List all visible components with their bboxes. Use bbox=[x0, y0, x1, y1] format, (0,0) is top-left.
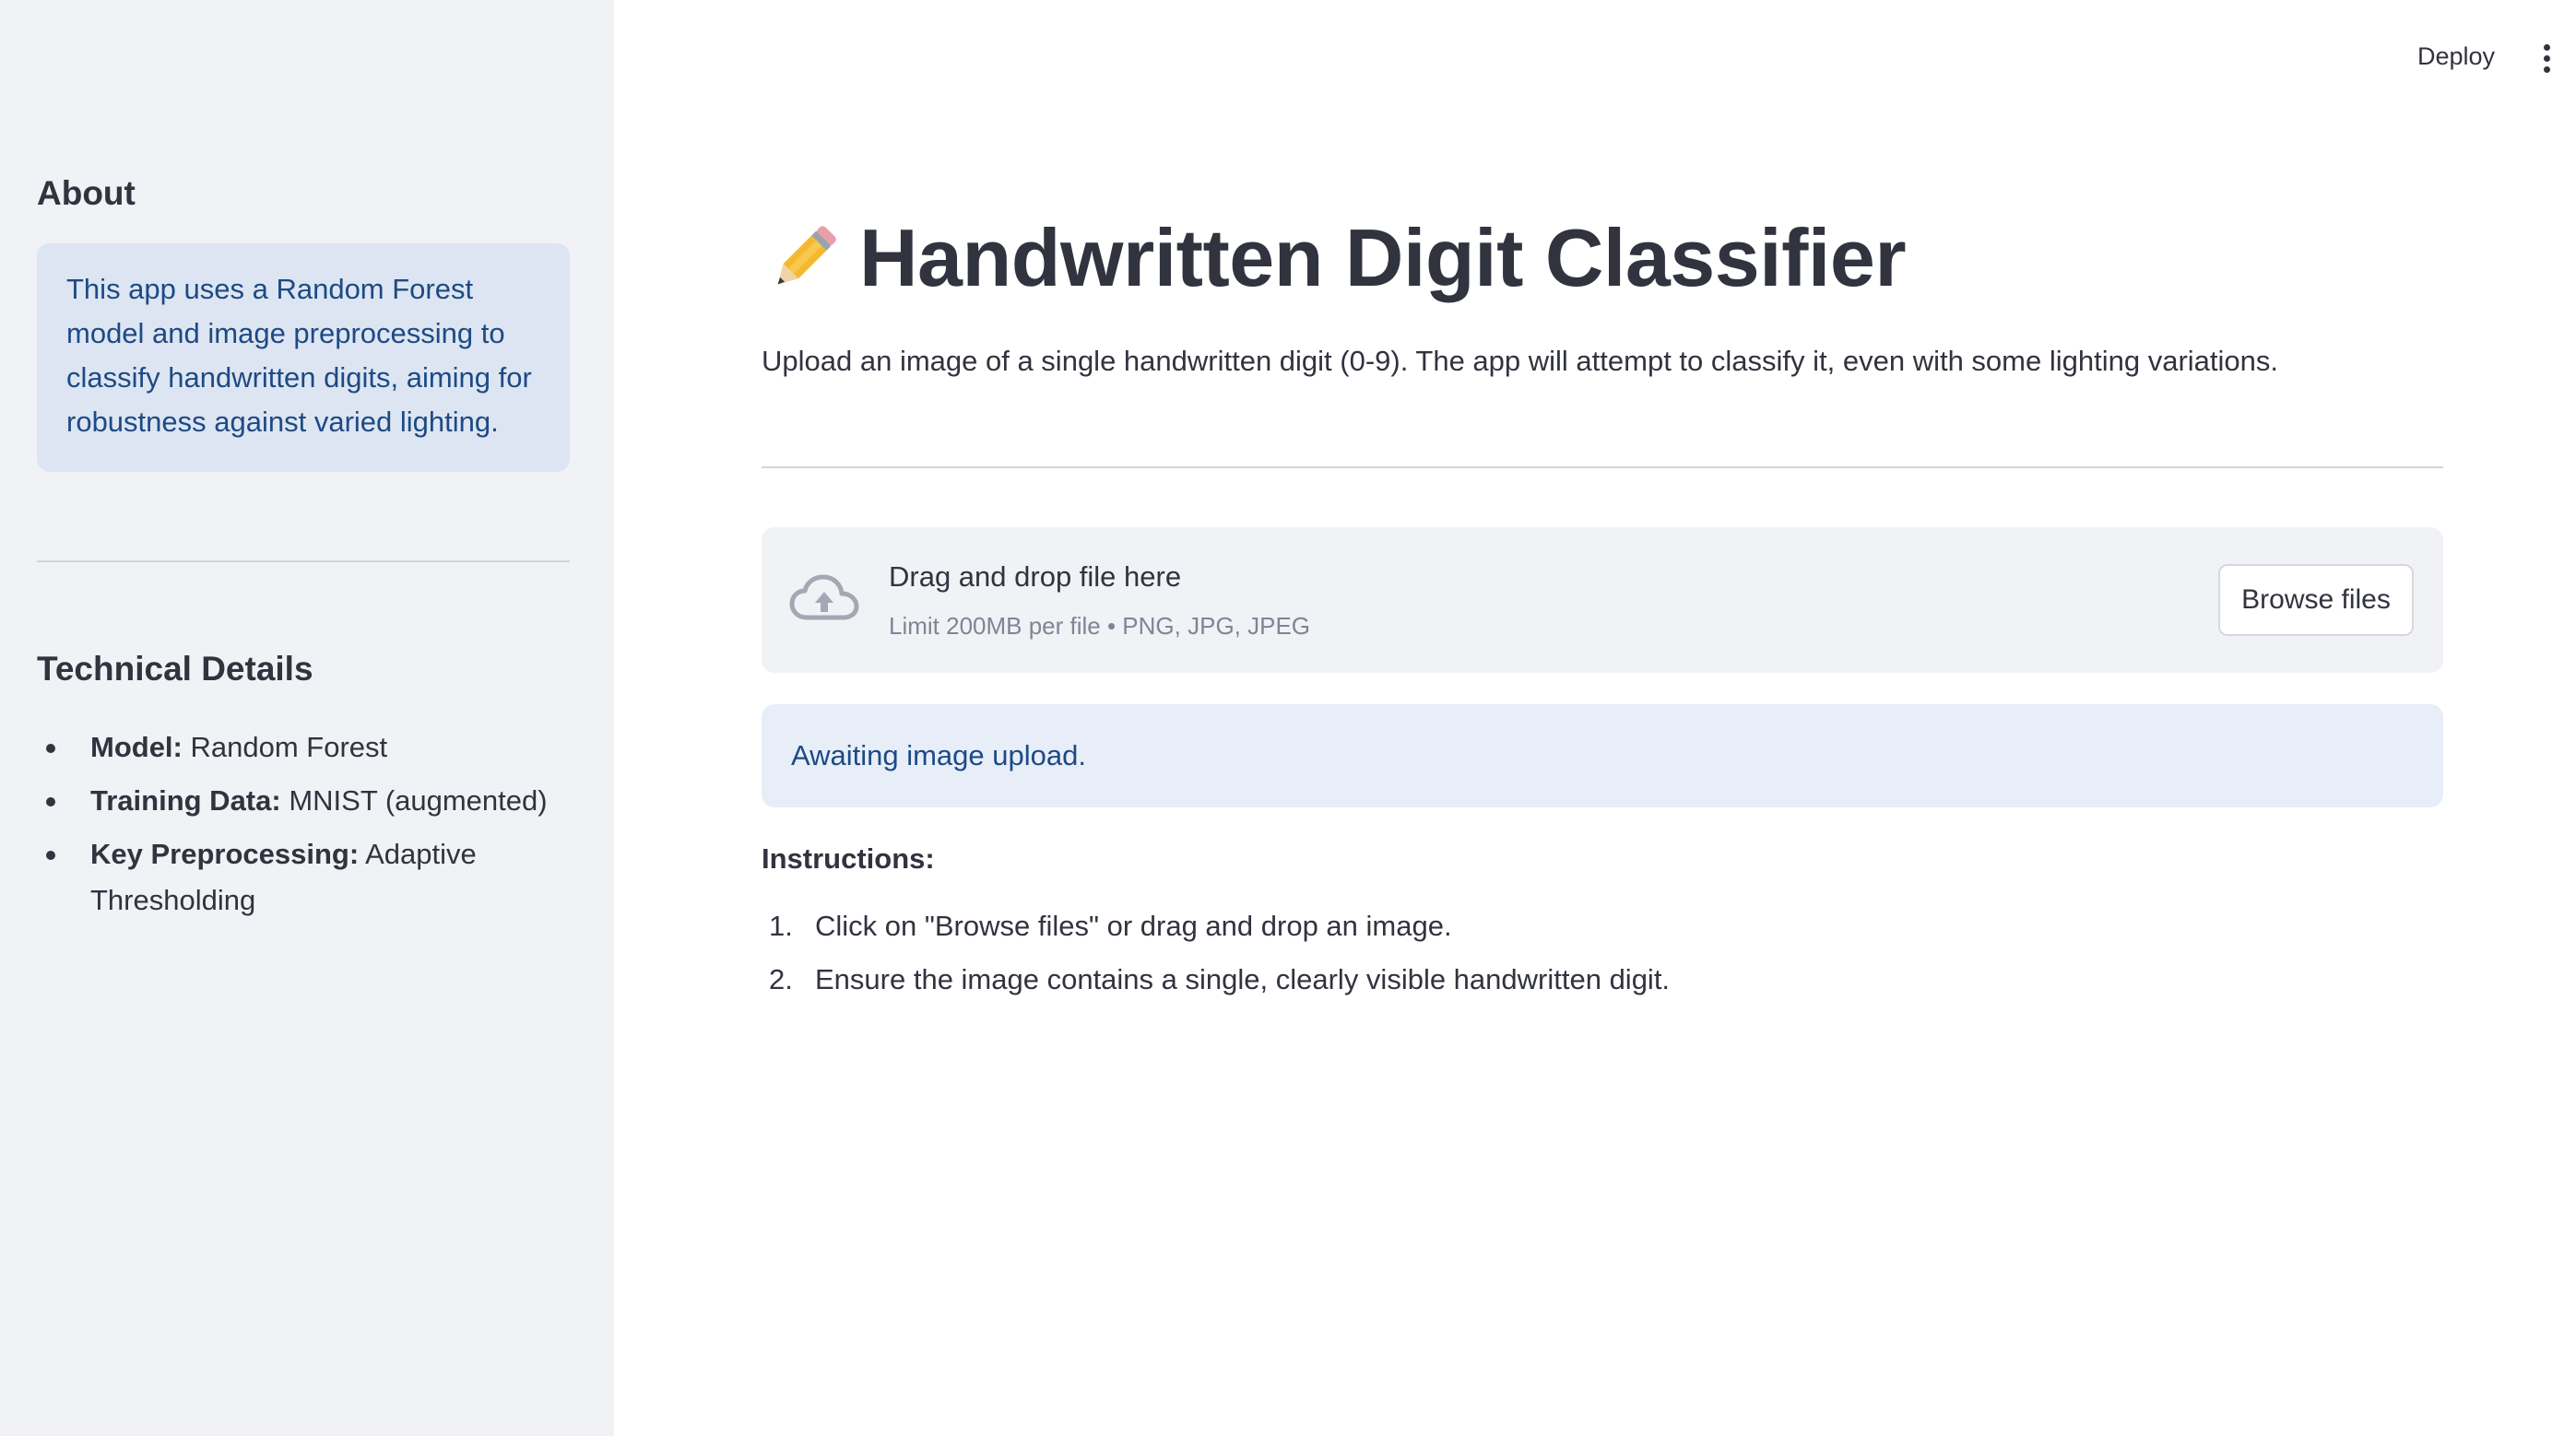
app-root: About This app uses a Random Forest mode… bbox=[0, 0, 2576, 1436]
sidebar-divider bbox=[37, 560, 570, 562]
pencil-icon bbox=[777, 226, 836, 285]
title-row: Handwritten Digit Classifier bbox=[762, 203, 2443, 313]
technical-details-list: Model: Random Forest Training Data: MNIS… bbox=[37, 724, 570, 924]
list-item: Key Preprocessing: Adaptive Thresholding bbox=[37, 831, 570, 924]
dropzone-limit-text: Limit 200MB per file • PNG, JPG, JPEG bbox=[889, 612, 1311, 640]
page-description: Upload an image of a single handwritten … bbox=[762, 345, 2278, 377]
tech-item-value: Random Forest bbox=[190, 731, 388, 763]
tech-item-label: Training Data: bbox=[90, 784, 281, 817]
file-uploader-dropzone[interactable]: Drag and drop file here Limit 200MB per … bbox=[762, 527, 2443, 673]
dropzone-instructions: Drag and drop file here bbox=[889, 560, 1182, 593]
bullet-icon bbox=[46, 851, 55, 860]
list-item: Training Data: MNIST (augmented) bbox=[37, 778, 570, 824]
instruction-text: Ensure the image contains a single, clea… bbox=[815, 963, 1671, 995]
list-item: 1. Click on "Browse files" or drag and d… bbox=[762, 903, 2443, 949]
deploy-button[interactable]: Deploy bbox=[2410, 39, 2502, 75]
browse-files-button[interactable]: Browse files bbox=[2218, 564, 2414, 636]
sidebar: About This app uses a Random Forest mode… bbox=[0, 0, 614, 1436]
instructions-heading: Instructions: bbox=[762, 842, 935, 875]
more-vertical-icon[interactable] bbox=[2535, 44, 2558, 77]
main-divider bbox=[762, 466, 2443, 468]
about-info-box: This app uses a Random Forest model and … bbox=[37, 243, 570, 472]
instruction-text: Click on "Browse files" or drag and drop… bbox=[815, 910, 1452, 942]
main-content: Handwritten Digit Classifier Upload an i… bbox=[762, 203, 2443, 1010]
cloud-upload-icon bbox=[789, 574, 859, 620]
list-number: 1. bbox=[769, 910, 793, 942]
page-title: Handwritten Digit Classifier bbox=[859, 212, 1907, 303]
sidebar-content: About This app uses a Random Forest mode… bbox=[37, 166, 570, 931]
instructions-list: 1. Click on "Browse files" or drag and d… bbox=[762, 903, 2443, 1003]
status-info-box: Awaiting image upload. bbox=[762, 704, 2443, 807]
tech-item-label: Key Preprocessing: bbox=[90, 838, 360, 870]
bullet-icon bbox=[46, 744, 55, 753]
about-text: This app uses a Random Forest model and … bbox=[66, 273, 532, 438]
top-header: Deploy bbox=[614, 0, 2576, 120]
technical-details-heading: Technical Details bbox=[37, 650, 313, 688]
tech-item-label: Model: bbox=[90, 731, 183, 763]
status-text: Awaiting image upload. bbox=[791, 739, 1086, 771]
bullet-icon bbox=[46, 797, 55, 806]
list-item: 2. Ensure the image contains a single, c… bbox=[762, 957, 2443, 1003]
tech-item-value: MNIST (augmented) bbox=[289, 784, 548, 817]
list-item: Model: Random Forest bbox=[37, 724, 570, 771]
list-number: 2. bbox=[769, 963, 793, 995]
about-heading: About bbox=[37, 174, 136, 212]
